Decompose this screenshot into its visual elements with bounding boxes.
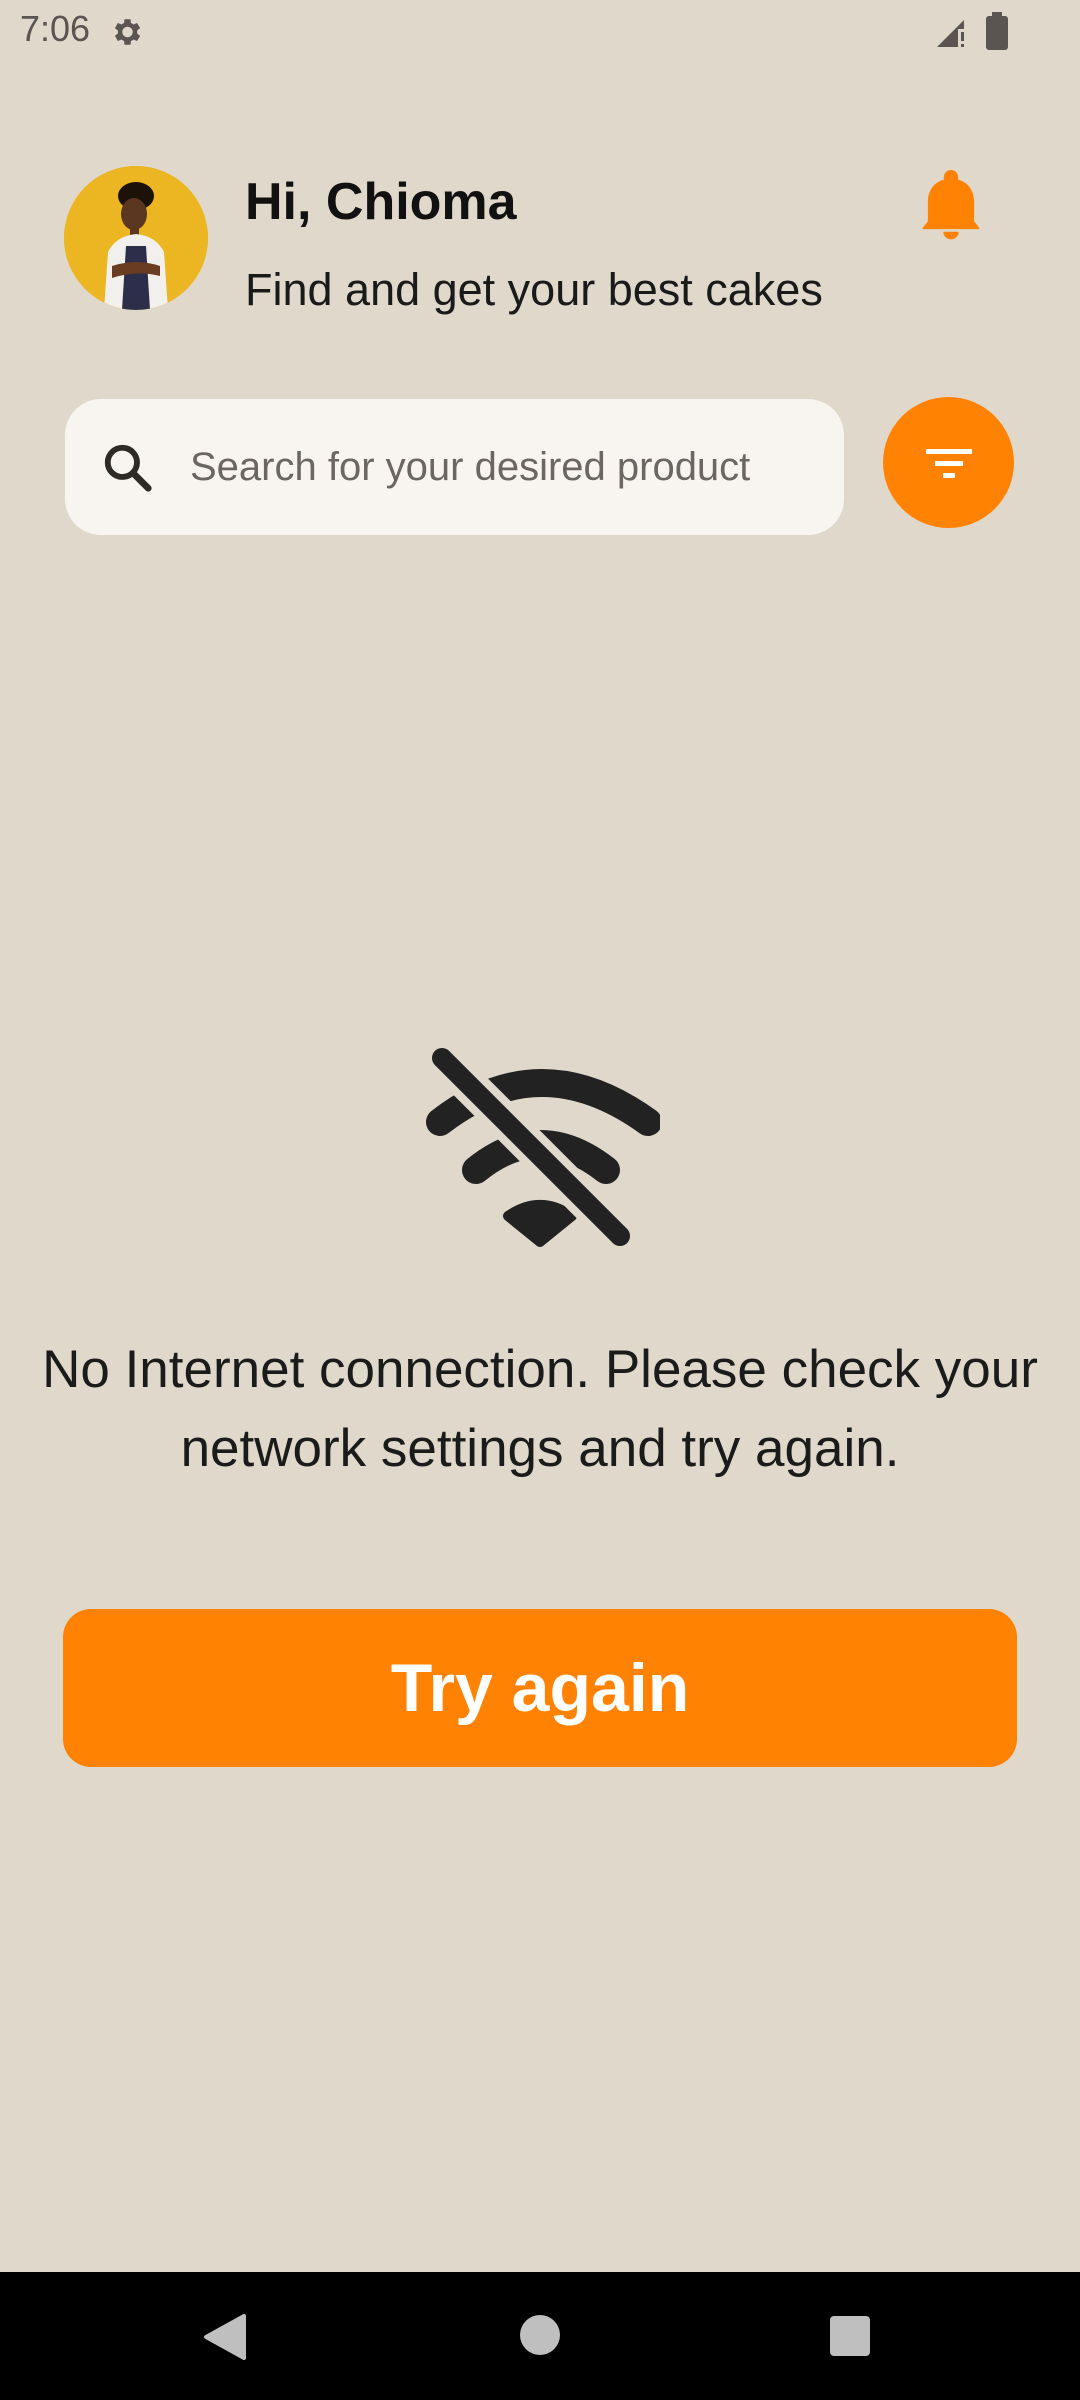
try-again-button[interactable]: Try again: [63, 1609, 1017, 1767]
filter-button[interactable]: [883, 397, 1014, 528]
search-input[interactable]: [190, 431, 820, 503]
signal-icon: [937, 20, 964, 47]
subtitle: Find and get your best cakes: [245, 264, 823, 315]
wifi-off-icon: [426, 1048, 660, 1248]
recents-icon[interactable]: [830, 2316, 870, 2356]
bell-icon[interactable]: [920, 170, 982, 242]
status-bar: 7:06: [0, 0, 1080, 64]
navigation-bar: [0, 2272, 1080, 2400]
avatar[interactable]: [64, 166, 208, 310]
avatar-image: [64, 166, 208, 310]
status-time: 7:06: [20, 8, 91, 49]
screen: 7:06 Hi, Chioma Find and get your best c…: [0, 0, 1080, 2400]
greeting: Hi, Chioma: [245, 173, 517, 231]
no-connection-message: No Internet connection. Please check you…: [42, 1340, 1038, 1478]
filter-icon: [925, 448, 972, 478]
search-bar[interactable]: [65, 399, 844, 535]
gear-icon: [114, 19, 141, 45]
battery-icon: [986, 12, 1008, 50]
home-icon[interactable]: [520, 2315, 560, 2355]
back-icon[interactable]: [200, 2312, 248, 2362]
search-icon: [104, 444, 152, 492]
